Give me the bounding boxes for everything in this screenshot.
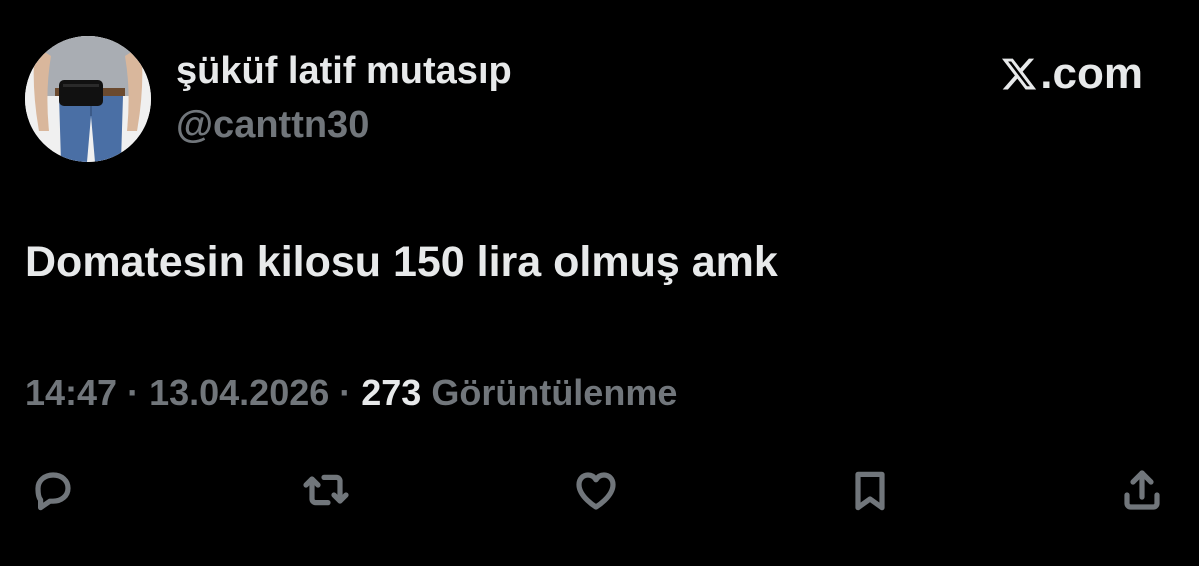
tweet-text: Domatesin kilosu 150 lira olmuş amk (25, 238, 778, 286)
views-label: Görüntülenme (421, 372, 678, 413)
bookmark-icon (855, 471, 885, 511)
avatar-photo (25, 36, 151, 162)
heart-icon (576, 472, 616, 510)
tweet-date[interactable]: 13.04.2026 (149, 372, 329, 413)
repost-icon (303, 474, 349, 506)
brand-text: .com (1040, 49, 1143, 98)
repost-button[interactable] (298, 462, 354, 518)
views-count: 273 (361, 372, 422, 413)
brand-watermark: .com (1000, 46, 1143, 102)
tweet-time[interactable]: 14:47 (25, 372, 117, 413)
avatar[interactable] (25, 36, 151, 162)
action-bar (0, 462, 1199, 518)
x-logo-icon (1002, 58, 1037, 90)
user-handle[interactable]: @canttn30 (176, 104, 369, 147)
reply-icon (35, 472, 71, 511)
meta-separator: · (329, 372, 362, 413)
reply-button[interactable] (25, 462, 81, 518)
share-icon (1124, 470, 1160, 510)
display-name[interactable]: şüküf latif mutasıp (176, 50, 512, 93)
bookmark-button[interactable] (842, 462, 898, 518)
meta-separator: · (117, 372, 150, 413)
share-button[interactable] (1114, 462, 1170, 518)
tweet-meta: 14:47 · 13.04.2026 · 273 Görüntülenme (25, 372, 677, 414)
like-button[interactable] (568, 462, 624, 518)
